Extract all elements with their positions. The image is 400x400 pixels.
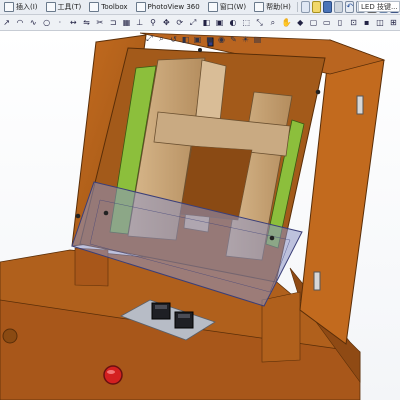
menu-window[interactable]: 窗口(W) (204, 2, 250, 12)
base-hole (2, 328, 18, 344)
move-icon[interactable]: ✥ (162, 17, 171, 28)
menu-tools-label: 工具(T) (57, 3, 82, 11)
zoom-to-fit-icon[interactable]: ⤢ (145, 34, 154, 44)
menu-help[interactable]: 帮助(H) (250, 2, 295, 12)
hinge-top (356, 95, 364, 115)
spline-tool-icon[interactable]: ∿ (29, 17, 38, 28)
bolt (269, 235, 275, 241)
open-folder-icon[interactable] (311, 1, 321, 13)
new-document-icon[interactable] (300, 1, 310, 13)
red-button-highlight (107, 370, 115, 374)
red-button (103, 365, 123, 385)
menu-help-label: 帮助(H) (266, 3, 291, 11)
switch-left-detail (155, 305, 167, 309)
print-icon[interactable] (334, 1, 344, 13)
right-view-icon[interactable]: ▯ (335, 17, 344, 28)
right-post (261, 291, 301, 363)
appearance-icon[interactable]: ◐ (228, 17, 237, 28)
fix-icon[interactable]: ⚲ (148, 17, 157, 28)
bolt (75, 213, 81, 219)
zoom-area-icon[interactable]: ⌕ (268, 17, 277, 28)
menu-tools[interactable]: 工具(T) (42, 2, 86, 12)
hinge-bottom (313, 271, 321, 291)
four-view-icon[interactable]: ⊞ (389, 17, 398, 28)
bolt (315, 89, 321, 95)
menu-window-label: 窗口(W) (219, 3, 247, 11)
view-settings-icon[interactable]: ▤ (253, 35, 262, 44)
isometric-icon[interactable]: ◆ (296, 17, 305, 28)
bolt (103, 210, 109, 216)
mirror-icon[interactable]: ⇋ (82, 17, 91, 28)
help-icon (254, 2, 265, 12)
edit-appearance-icon[interactable]: ✎ (229, 35, 238, 44)
smart-dimension-icon[interactable]: ↔ (69, 17, 78, 28)
offset-icon[interactable]: ⊐ (109, 17, 118, 28)
hide-show-icon[interactable]: ◉ (217, 35, 226, 44)
menu-photoview[interactable]: PhotoView 360 (132, 2, 204, 12)
rotate-icon[interactable]: ⟳ (175, 17, 184, 28)
switch-right-detail (178, 314, 190, 318)
zoom-fit-icon[interactable]: ⤡ (255, 17, 264, 28)
circle-tool-icon[interactable]: ○ (42, 17, 51, 28)
section-icon[interactable]: ◧ (202, 17, 211, 28)
view-orientation-icon[interactable]: ⬚ (242, 17, 251, 28)
sketch-toolbar: ↗ ◠ ∿ ○ · ↔ ⇋ ✂ ⊐ ▦ ⊥ ⚲ ✥ ⟳ ⤢ ◧ ▣ ◐ ⬚ ⤡ … (0, 15, 400, 31)
previous-view-icon[interactable]: ↺ (169, 35, 178, 44)
relation-icon[interactable]: ⊥ (135, 17, 144, 28)
trim-icon[interactable]: ✂ (95, 17, 104, 28)
search-input[interactable]: LED 技键... (358, 1, 400, 12)
menu-insert-label: 插入(I) (16, 3, 38, 11)
zoom-area-hud-icon[interactable]: ⌕ (157, 34, 166, 44)
bolt (198, 48, 202, 52)
window-icon (207, 2, 218, 12)
tools-icon (45, 2, 56, 12)
menu-bar: 插入(I) 工具(T) Toolbox PhotoView 360 窗口(W) … (0, 0, 400, 15)
photoview-icon (135, 2, 146, 12)
single-view-icon[interactable]: ▪ (362, 17, 371, 28)
insert-icon (4, 2, 14, 12)
menu-insert[interactable]: 插入(I) (0, 2, 42, 12)
line-tool-icon[interactable]: ↗ (2, 17, 11, 28)
normal-to-icon[interactable]: ⊡ (349, 17, 358, 28)
view-orientation-hud-icon[interactable]: ▣ (193, 35, 202, 44)
menu-separator (296, 2, 298, 12)
pattern-icon[interactable]: ▦ (122, 17, 131, 28)
menu-photoview-label: PhotoView 360 (147, 3, 200, 11)
pan-icon[interactable]: ✋ (282, 17, 292, 28)
front-view-icon[interactable]: ▢ (309, 17, 318, 28)
toolbox-icon (89, 2, 100, 12)
save-icon[interactable] (322, 1, 333, 13)
undo-icon[interactable]: ↶ (345, 1, 355, 13)
two-view-icon[interactable]: ◫ (375, 17, 384, 28)
cad-model[interactable] (0, 31, 400, 400)
point-tool-icon[interactable]: · (55, 17, 64, 28)
section-view-icon[interactable]: ◧ (181, 35, 190, 44)
graphics-viewport[interactable] (0, 31, 400, 400)
menu-toolbox[interactable]: Toolbox (85, 2, 131, 12)
apply-scene-icon[interactable]: ☀ (241, 35, 250, 44)
display-style-icon[interactable]: ▣ (215, 17, 224, 28)
display-style-hud-icon[interactable]: ◼ (205, 35, 214, 44)
arc-tool-icon[interactable]: ◠ (15, 17, 24, 28)
top-view-icon[interactable]: ▭ (322, 17, 331, 28)
heads-up-toolbar: ⤢ ⌕ ↺ ◧ ▣ ◼ ◉ ✎ ☀ ▤ (145, 33, 262, 45)
scale-icon[interactable]: ⤢ (188, 17, 197, 28)
menu-toolbox-label: Toolbox (101, 3, 128, 11)
